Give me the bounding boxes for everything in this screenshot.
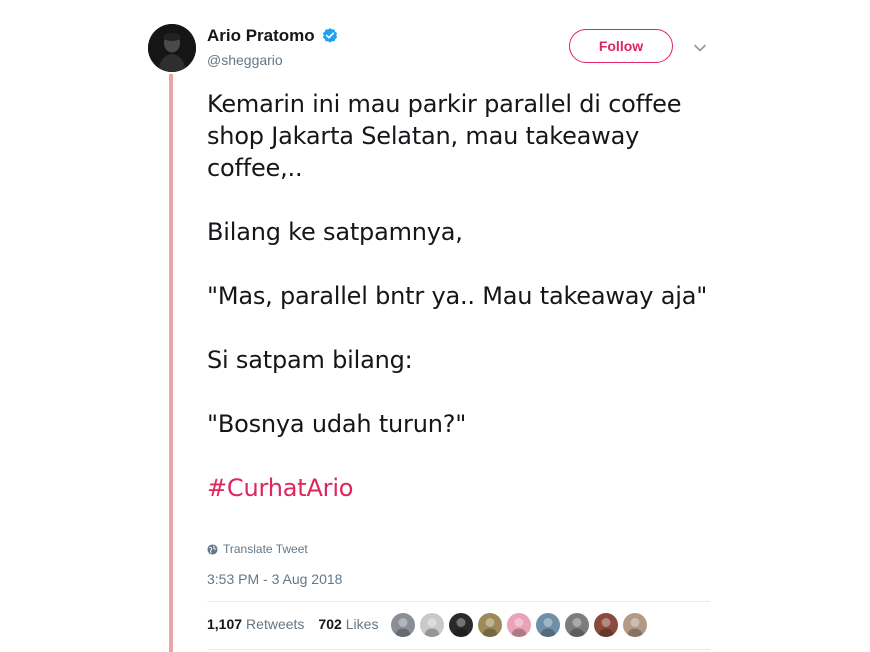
display-name[interactable]: Ario Pratomo	[207, 26, 315, 46]
tweet-paragraph: "Bosnya udah turun?"	[207, 410, 467, 438]
globe-icon	[207, 543, 218, 555]
likes-stat[interactable]: 702 Likes	[318, 616, 378, 632]
liker-avatar[interactable]	[391, 613, 415, 637]
tweet-stats: 1,107 Retweets 702 Likes	[207, 616, 392, 632]
liker-avatar[interactable]	[478, 613, 502, 637]
tweet-timestamp[interactable]: 3:53 PM - 3 Aug 2018	[207, 571, 342, 587]
liker-avatars	[391, 613, 652, 637]
liker-avatar[interactable]	[623, 613, 647, 637]
divider	[207, 601, 710, 602]
liker-avatar[interactable]	[536, 613, 560, 637]
name-row: Ario Pratomo	[207, 26, 339, 46]
retweets-count: 1,107	[207, 616, 243, 632]
thread-line	[169, 74, 173, 652]
translate-tweet-link[interactable]: Translate Tweet	[207, 542, 308, 556]
likes-label: Likes	[345, 616, 379, 632]
follow-button[interactable]: Follow	[569, 29, 673, 63]
likes-count: 702	[318, 616, 342, 632]
divider	[207, 649, 710, 650]
avatar[interactable]	[148, 24, 196, 72]
chevron-down-icon[interactable]	[692, 40, 708, 56]
translate-tweet-label: Translate Tweet	[223, 542, 308, 556]
tweet-paragraph: Kemarin ini mau parkir parallel di coffe…	[207, 90, 682, 182]
tweet-paragraph: Si satpam bilang:	[207, 346, 413, 374]
user-handle[interactable]: @sheggario	[207, 52, 283, 68]
tweet-page: Ario Pratomo @sheggario Follow Kemarin i…	[0, 0, 870, 652]
liker-avatar[interactable]	[420, 613, 444, 637]
liker-avatar[interactable]	[507, 613, 531, 637]
retweets-label: Retweets	[246, 616, 305, 632]
liker-avatar[interactable]	[565, 613, 589, 637]
retweets-stat[interactable]: 1,107 Retweets	[207, 616, 304, 632]
hashtag-link[interactable]: #CurhatArio	[207, 474, 353, 502]
tweet-text: Kemarin ini mau parkir parallel di coffe…	[207, 88, 727, 504]
tweet-paragraph: "Mas, parallel bntr ya.. Mau takeaway aj…	[207, 282, 708, 310]
verified-badge-icon	[321, 27, 339, 45]
tweet-paragraph: Bilang ke satpamnya,	[207, 218, 463, 246]
liker-avatar[interactable]	[594, 613, 618, 637]
liker-avatar[interactable]	[449, 613, 473, 637]
